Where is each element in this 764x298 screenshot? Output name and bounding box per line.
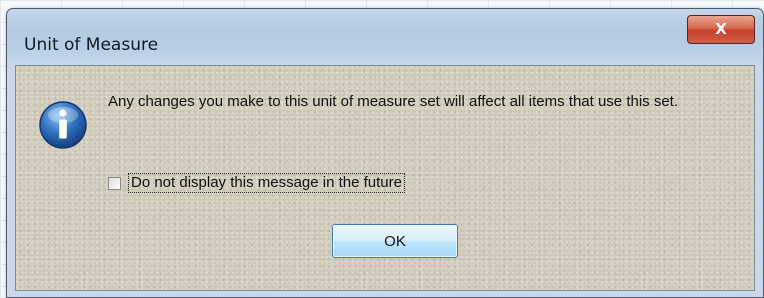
do-not-display-checkbox[interactable] <box>108 176 121 190</box>
information-icon <box>39 101 87 149</box>
close-icon: X <box>715 20 727 38</box>
unit-of-measure-dialog: Unit of Measure X Any changes you make t… <box>6 8 764 298</box>
do-not-display-option[interactable]: Do not display this message in the futur… <box>108 172 405 194</box>
do-not-display-label[interactable]: Do not display this message in the futur… <box>128 173 405 193</box>
dialog-message: Any changes you make to this unit of mea… <box>108 93 678 110</box>
dialog-body: Any changes you make to this unit of mea… <box>15 65 755 291</box>
close-button[interactable]: X <box>687 15 755 44</box>
ok-button[interactable]: OK <box>332 224 458 258</box>
dialog-title: Unit of Measure <box>24 35 159 55</box>
dialog-titlebar[interactable]: Unit of Measure X <box>7 9 763 65</box>
